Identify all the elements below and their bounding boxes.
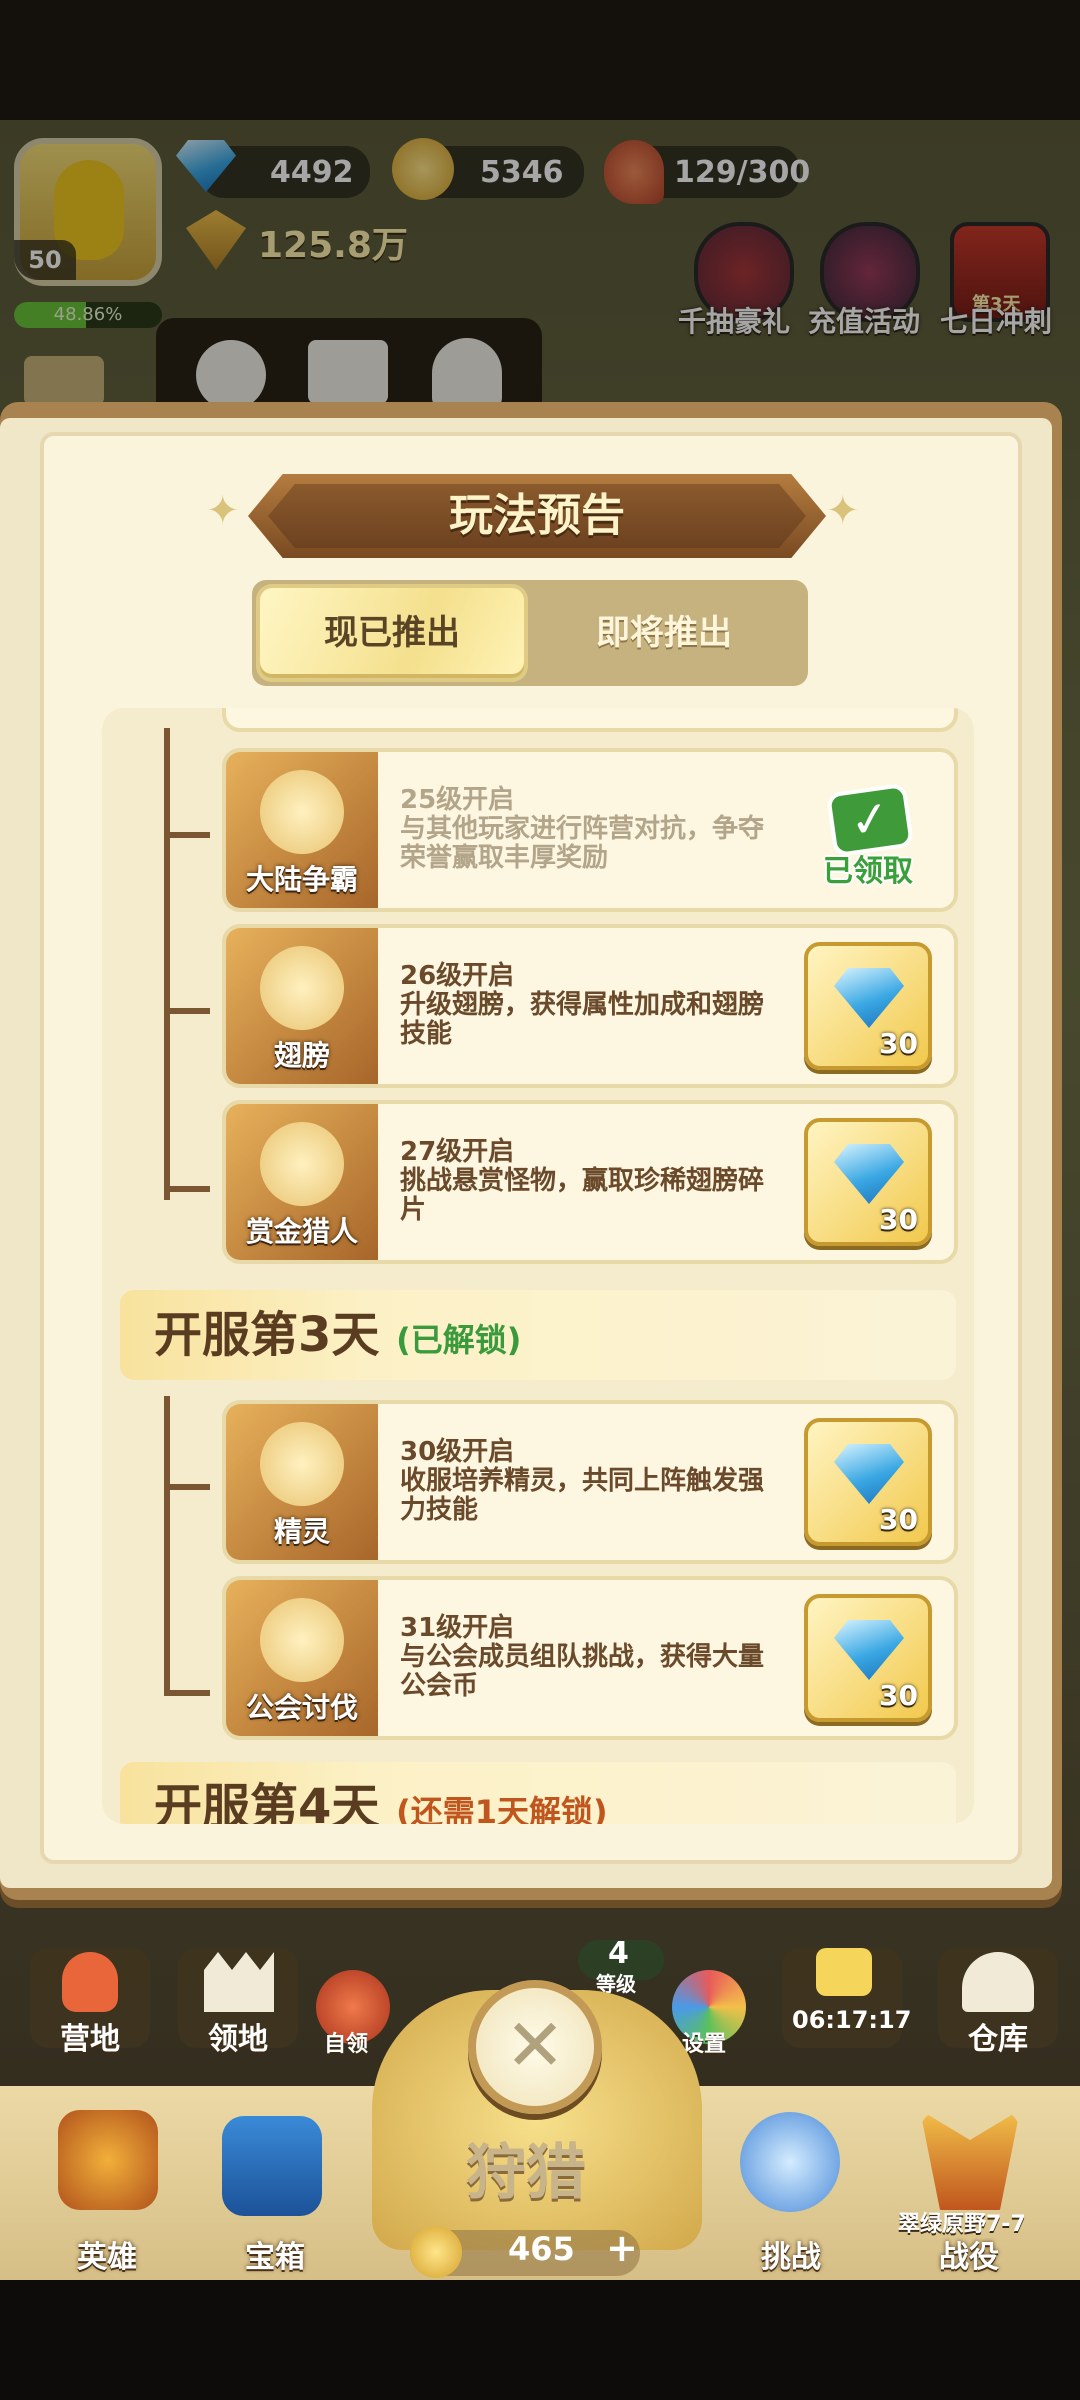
reward-count: 30	[879, 1679, 918, 1712]
fire-icon	[62, 1952, 118, 2012]
list-item: 精灵 30级开启 收服培养精灵，共同上阵触发强力技能 30	[222, 1400, 958, 1564]
sparkle-right-icon: ✦	[826, 488, 860, 534]
feature-name: 大陆争霸	[245, 863, 358, 896]
day-name: 开服第3天	[154, 1307, 380, 1363]
hunt-count: 465	[508, 2230, 575, 2268]
bounty-poster-icon: 赏金猎人	[226, 1104, 378, 1260]
sword-shield-icon: 大陆争霸	[226, 752, 378, 908]
auto-claim-label: 自领	[324, 2032, 369, 2057]
feature-name: 赏金猎人	[245, 1215, 358, 1248]
reward-claim-button[interactable]: 30	[804, 1418, 932, 1546]
gem-icon	[834, 1444, 904, 1504]
feature-description: 收服培养精灵，共同上阵触发强力技能	[400, 1466, 765, 1525]
system-nav-bar	[0, 2280, 1080, 2400]
feature-description: 挑战悬赏怪物，赢取珍稀翅膀碎片	[400, 1166, 765, 1225]
claimed-badge: ✓ 已领取	[812, 782, 924, 889]
timeline-branch	[166, 1484, 210, 1490]
reward-count: 30	[879, 1503, 918, 1536]
territory-label: 领地	[208, 2022, 268, 2057]
claimed-label: 已领取	[823, 854, 913, 889]
hero-helmet-icon[interactable]	[58, 2110, 158, 2210]
wing-icon: 翅膀	[226, 928, 378, 1084]
feature-info: 31级开启 与公会成员组队挑战，获得大量公会币	[400, 1614, 770, 1701]
day-section-header: 开服第3天 (已解锁)	[120, 1290, 956, 1380]
feature-name: 公会讨伐	[245, 1691, 358, 1724]
treasure-chest-icon[interactable]	[222, 2116, 322, 2216]
add-icon[interactable]: +	[606, 2226, 638, 2270]
row-icon-art	[260, 770, 344, 854]
gem-icon	[834, 1144, 904, 1204]
timeline-branch	[166, 1186, 210, 1192]
hunt-label: 狩猎	[466, 2138, 586, 2208]
feature-description: 与其他玩家进行阵营对抗，争夺荣誉赢取丰厚奖励	[400, 814, 765, 873]
modal-title: 玩法预告	[449, 490, 625, 541]
gem-icon	[834, 1620, 904, 1680]
pirate-skull-icon: 公会讨伐	[226, 1580, 378, 1736]
nav-campaign-label: 战役	[939, 2240, 999, 2275]
row-icon-art	[260, 1422, 344, 1506]
day-title: 开服第3天 (已解锁)	[154, 1290, 521, 1380]
list-item: 翅膀 26级开启 升级翅膀，获得属性加成和翅膀技能 30	[222, 924, 958, 1088]
feature-name: 精灵	[273, 1515, 330, 1548]
level-value: 4	[608, 1936, 629, 1971]
nav-challenge-label: 挑战	[761, 2240, 821, 2275]
row-icon-art	[260, 946, 344, 1030]
feature-name: 翅膀	[273, 1039, 330, 1072]
gem-icon	[834, 968, 904, 1028]
tab-released[interactable]: 现已推出	[260, 588, 524, 678]
list-item: 公会讨伐 31级开启 与公会成员组队挑战，获得大量公会币 30	[222, 1576, 958, 1740]
feature-unlock-level: 31级开启	[400, 1613, 515, 1643]
timeline-branch	[166, 1690, 210, 1696]
reward-count: 30	[879, 1027, 918, 1060]
reward-claim-button[interactable]: 30	[804, 1118, 932, 1246]
feature-unlock-level: 27级开启	[400, 1137, 515, 1167]
day-unlock-status: (已解锁)	[396, 1321, 522, 1359]
feature-info: 27级开启 挑战悬赏怪物，赢取珍稀翅膀碎片	[400, 1138, 770, 1225]
settings-label: 设置	[682, 2032, 727, 2057]
row-icon-art	[260, 1598, 344, 1682]
reward-claim-button[interactable]: 30	[804, 942, 932, 1070]
reward-count: 30	[879, 1203, 918, 1236]
feature-unlock-level: 26级开启	[400, 961, 515, 991]
feature-unlock-level: 25级开启	[400, 785, 515, 815]
feature-description: 与公会成员组队挑战，获得大量公会币	[400, 1642, 765, 1701]
list-item: 赏金猎人 27级开启 挑战悬赏怪物，赢取珍稀翅膀碎片 30	[222, 1100, 958, 1264]
list-item-partial	[222, 708, 958, 732]
day-name: 开服第4天	[154, 1779, 380, 1824]
timeline-branch	[166, 832, 210, 838]
spirit-icon: 精灵	[226, 1404, 378, 1560]
timeline-branch	[166, 1008, 210, 1014]
feature-info: 25级开启 与其他玩家进行阵营对抗，争夺荣誉赢取丰厚奖励	[400, 786, 770, 873]
day-title: 开服第4天 (还需1天解锁)	[154, 1762, 608, 1824]
list-item: 大陆争霸 25级开启 与其他玩家进行阵营对抗，争夺荣誉赢取丰厚奖励 ✓ 已领取	[222, 748, 958, 912]
coin-icon	[410, 2226, 462, 2278]
feature-info: 30级开启 收服培养精灵，共同上阵触发强力技能	[400, 1438, 770, 1525]
reward-claim-button[interactable]: 30	[804, 1594, 932, 1722]
feature-info: 26级开启 升级翅膀，获得属性加成和翅膀技能	[400, 962, 770, 1049]
warehouse-label: 仓库	[968, 2022, 1028, 2057]
feature-unlock-level: 30级开启	[400, 1437, 515, 1467]
close-icon: ✕	[504, 2003, 566, 2087]
row-icon-art	[260, 1122, 344, 1206]
sparkle-left-icon: ✦	[206, 488, 240, 534]
camp-label: 营地	[60, 2022, 120, 2057]
feature-description: 升级翅膀，获得属性加成和翅膀技能	[400, 990, 765, 1049]
nav-heroes-label: 英雄	[77, 2240, 137, 2275]
nav-chest-label: 宝箱	[245, 2240, 305, 2275]
timeline-line	[164, 728, 170, 1200]
chest-face-icon	[816, 1948, 872, 1996]
timeline-line	[164, 1396, 170, 1696]
day-unlock-status: (还需1天解锁)	[396, 1793, 608, 1824]
day-section-header: 开服第4天 (还需1天解锁)	[120, 1762, 956, 1824]
feature-list[interactable]: 大陆争霸 25级开启 与其他玩家进行阵营对抗，争夺荣誉赢取丰厚奖励 ✓ 已领取 翅…	[102, 708, 974, 1824]
reward-timer: 06:17:17	[792, 2006, 912, 2034]
portal-icon[interactable]	[740, 2112, 840, 2212]
status-bar	[0, 0, 1080, 120]
tab-coming-soon[interactable]: 即将推出	[532, 588, 796, 678]
